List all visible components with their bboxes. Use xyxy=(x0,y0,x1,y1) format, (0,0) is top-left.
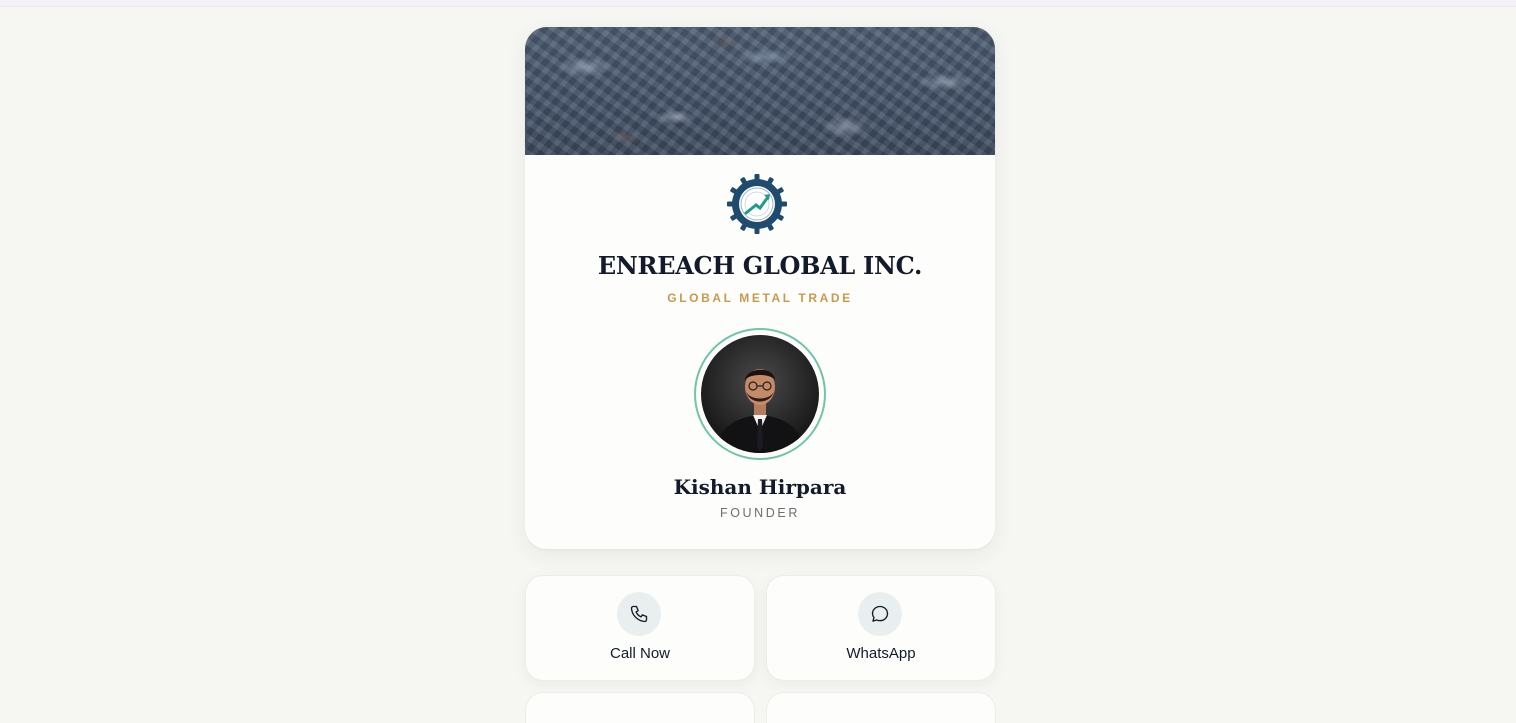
person-name: Kishan Hirpara xyxy=(673,475,847,499)
partial-action-card-right[interactable] xyxy=(766,692,996,723)
call-now-label: Call Now xyxy=(609,645,670,662)
cover-banner-image xyxy=(525,27,995,155)
company-name: ENREACH GLOBAL INC. xyxy=(597,251,923,280)
profile-card: ENREACH GLOBAL INC. GLOBAL METAL TRADE K… xyxy=(525,27,995,549)
whatsapp-label: WhatsApp xyxy=(846,645,916,662)
chat-bubble-icon xyxy=(871,605,889,622)
avatar xyxy=(701,335,819,453)
person-role: FOUNDER xyxy=(719,506,800,520)
phone-icon xyxy=(630,605,648,623)
call-icon-circle xyxy=(617,592,661,636)
top-border xyxy=(0,0,1516,7)
call-now-button[interactable]: Call Now xyxy=(525,575,755,681)
company-logo-icon xyxy=(727,174,787,234)
avatar-ring xyxy=(694,328,826,460)
company-tagline: GLOBAL METAL TRADE xyxy=(667,291,853,305)
person-photo-icon xyxy=(715,369,805,453)
whatsapp-button[interactable]: WhatsApp xyxy=(766,575,996,681)
whatsapp-icon-circle xyxy=(858,592,902,636)
partial-action-card-left[interactable] xyxy=(525,692,755,723)
